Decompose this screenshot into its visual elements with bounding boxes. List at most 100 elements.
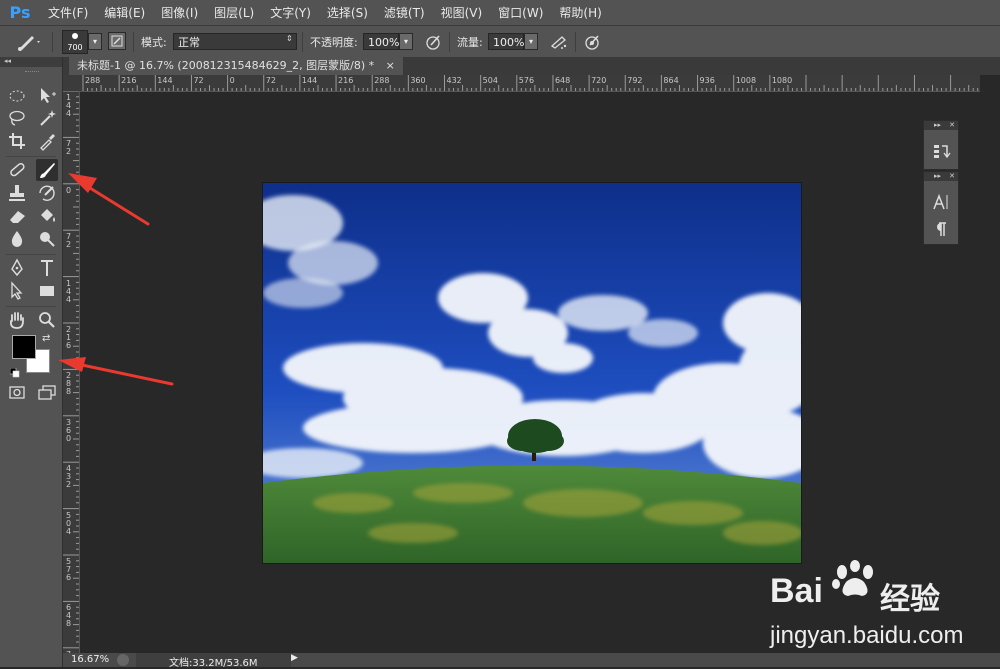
eyedropper-tool[interactable]: [36, 130, 58, 152]
ruler-label: 216: [121, 76, 137, 85]
stamp-icon: [9, 185, 25, 201]
brush-icon: [40, 163, 55, 178]
tool-preset-picker[interactable]: [14, 31, 42, 53]
blur-tool[interactable]: [6, 228, 28, 250]
close-panel-icon[interactable]: ✕: [949, 121, 955, 130]
zoom-level[interactable]: 16.67%: [71, 654, 109, 665]
document-canvas[interactable]: [263, 183, 801, 563]
lasso-tool[interactable]: [6, 107, 28, 129]
menu-select[interactable]: 选择(S): [319, 4, 376, 21]
menu-filter[interactable]: 滤镜(T): [376, 4, 433, 21]
magnifier-icon: [39, 312, 55, 328]
document-tab[interactable]: 未标题-1 @ 16.7% (200812315484629_2, 图层蒙版/8…: [69, 57, 403, 75]
rectangle-tool[interactable]: [36, 280, 58, 302]
marquee-tool[interactable]: [6, 84, 28, 106]
ruler-label: 144: [157, 76, 173, 85]
clone-stamp-tool[interactable]: [6, 182, 28, 204]
ruler-label: 72: [193, 76, 204, 85]
flow-input[interactable]: 100%: [488, 33, 524, 50]
eraser-icon: [10, 211, 25, 223]
ruler-label: 504: [66, 510, 72, 536]
move-icon: [41, 88, 56, 103]
flow-label: 流量:: [457, 36, 483, 49]
path-selection-tool[interactable]: [6, 280, 28, 302]
history-brush-icon: [39, 185, 55, 201]
close-panel-icon[interactable]: ✕: [949, 172, 955, 181]
brush-panel-toggle[interactable]: [108, 32, 126, 50]
ruler-label: 864: [663, 76, 679, 85]
airbrush-button[interactable]: [549, 33, 569, 51]
paragraph-panel-button[interactable]: [931, 219, 951, 239]
type-tool[interactable]: [36, 257, 58, 279]
document-tab-bar: 未标题-1 @ 16.7% (200812315484629_2, 图层蒙版/8…: [63, 57, 1000, 75]
ruler-label: 720: [591, 76, 607, 85]
menu-bar: Ps 文件(F) 编辑(E) 图像(I) 图层(L) 文字(Y) 选择(S) 滤…: [0, 0, 1000, 26]
mode-select[interactable]: 正常: [173, 33, 297, 50]
hand-tool[interactable]: [6, 309, 28, 331]
history-panel-button[interactable]: [931, 141, 951, 161]
eraser-tool[interactable]: [6, 205, 28, 227]
move-tool[interactable]: [36, 84, 58, 106]
default-colors-icon[interactable]: [9, 363, 20, 378]
ruler-label: 216: [338, 76, 354, 85]
opacity-dropdown[interactable]: ▾: [399, 33, 413, 50]
menu-type[interactable]: 文字(Y): [262, 4, 319, 21]
menu-help[interactable]: 帮助(H): [551, 4, 609, 21]
brush-icon: [18, 36, 40, 51]
expand-icon[interactable]: ▸▸: [934, 121, 941, 129]
collapse-icon[interactable]: ◂◂: [4, 57, 11, 65]
tools-panel-header[interactable]: ◂◂: [0, 57, 62, 67]
dodge-tool[interactable]: [36, 228, 58, 250]
screen-mode-button[interactable]: [36, 381, 58, 403]
tools-panel: ◂◂ ⇄: [0, 57, 63, 667]
close-tab-icon[interactable]: ×: [386, 59, 395, 72]
swap-colors-icon[interactable]: ⇄: [42, 333, 50, 344]
history-brush-tool[interactable]: [36, 182, 58, 204]
horizontal-ruler[interactable]: 288 216 144 72 0 72 144 216 288 360 432 504 576 648 72…: [63, 75, 980, 92]
crop-icon: [9, 133, 25, 149]
menu-image[interactable]: 图像(I): [153, 4, 206, 21]
brush-size-picker[interactable]: 700: [62, 30, 88, 54]
pen-pressure-icon: [426, 35, 440, 50]
ruler-label: 648: [554, 76, 571, 85]
ruler-label: 144: [301, 76, 318, 85]
ruler-label: 144: [66, 278, 72, 304]
ruler-label: 432: [66, 464, 72, 490]
healing-brush-tool[interactable]: [6, 159, 28, 181]
pen-icon: [11, 258, 23, 277]
panel-header[interactable]: ▸▸ ✕: [924, 121, 958, 130]
panel-header[interactable]: ▸▸ ✕: [924, 172, 958, 181]
ruler-label: 0: [229, 76, 235, 85]
pen-tool[interactable]: [6, 257, 28, 279]
foreground-color-swatch[interactable]: [12, 335, 36, 359]
airbrush-icon: [550, 36, 567, 49]
menu-view[interactable]: 视图(V): [433, 4, 491, 21]
character-panel-button[interactable]: [931, 192, 951, 212]
paint-bucket-tool[interactable]: [36, 205, 58, 227]
panel-grip-icon[interactable]: [25, 71, 39, 75]
opacity-input[interactable]: 100%: [363, 33, 399, 50]
rectangle-icon: [40, 286, 54, 296]
zoom-tool[interactable]: [36, 309, 58, 331]
brush-size-dropdown[interactable]: ▾: [88, 33, 102, 50]
ruler-origin[interactable]: [63, 75, 79, 91]
ruler-label: 360: [66, 417, 72, 443]
menu-window[interactable]: 窗口(W): [490, 4, 551, 21]
menu-layer[interactable]: 图层(L): [206, 4, 262, 21]
magic-wand-tool[interactable]: [36, 107, 58, 129]
brush-tool[interactable]: [36, 159, 58, 181]
eyedropper-icon: [40, 134, 55, 151]
menu-file[interactable]: 文件(F): [40, 4, 96, 21]
vertical-ruler[interactable]: 144720721442162883604325045766487: [63, 91, 80, 653]
pressure-opacity-button[interactable]: [424, 33, 442, 51]
pressure-size-button[interactable]: [583, 33, 601, 51]
flow-dropdown[interactable]: ▾: [524, 33, 538, 50]
quick-mask-button[interactable]: [6, 381, 28, 403]
status-info-icon[interactable]: [117, 654, 129, 666]
menu-edit[interactable]: 编辑(E): [96, 4, 153, 21]
status-menu-arrow-icon[interactable]: ▶: [291, 653, 298, 663]
mode-select-arrows-icon: ⇕: [286, 34, 293, 43]
crop-tool[interactable]: [6, 130, 28, 152]
baidu-watermark: Bai 经验 jingyan.baidu.com: [770, 560, 995, 660]
expand-icon[interactable]: ▸▸: [934, 172, 941, 180]
